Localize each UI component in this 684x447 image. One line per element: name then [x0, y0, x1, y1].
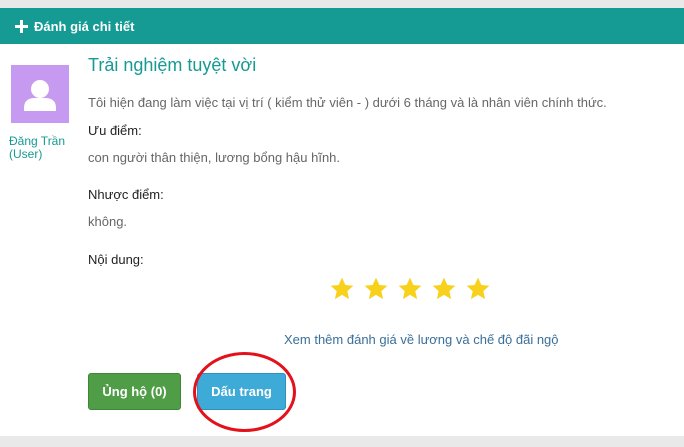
- pros-label: Ưu điểm:: [88, 123, 142, 138]
- author-name[interactable]: Đăng Trần (User): [9, 135, 71, 161]
- review-title: Trải nghiệm tuyệt vời: [88, 55, 257, 75]
- page-top-strip: [0, 0, 684, 8]
- avatar: [11, 65, 69, 123]
- star-icon: [432, 277, 456, 300]
- star-icon: [364, 277, 388, 300]
- star-icon: [398, 277, 422, 300]
- support-button[interactable]: Ủng hộ (0): [88, 373, 181, 410]
- pros-text: con người thân thiện, lương bổng hậu hĩn…: [88, 150, 341, 165]
- header-title: Đánh giá chi tiết: [34, 18, 135, 34]
- star-icon: [466, 277, 490, 300]
- review-detail-header[interactable]: Đánh giá chi tiết: [0, 8, 684, 44]
- bookmark-button[interactable]: Dấu trang: [197, 373, 286, 410]
- star-rating: [329, 276, 491, 302]
- user-icon: [24, 80, 56, 111]
- cons-label: Nhược điểm:: [88, 187, 164, 202]
- content-label: Nội dung:: [88, 252, 144, 267]
- salary-review-link[interactable]: Xem thêm đánh giá về lương và chế độ đãi…: [284, 332, 559, 347]
- cons-text: không.: [88, 214, 128, 229]
- page-bottom-strip: [0, 436, 684, 447]
- review-intro: Tôi hiện đang làm việc tại vị trí ( kiểm…: [88, 95, 607, 110]
- plus-icon: [15, 19, 28, 33]
- star-icon: [330, 277, 354, 300]
